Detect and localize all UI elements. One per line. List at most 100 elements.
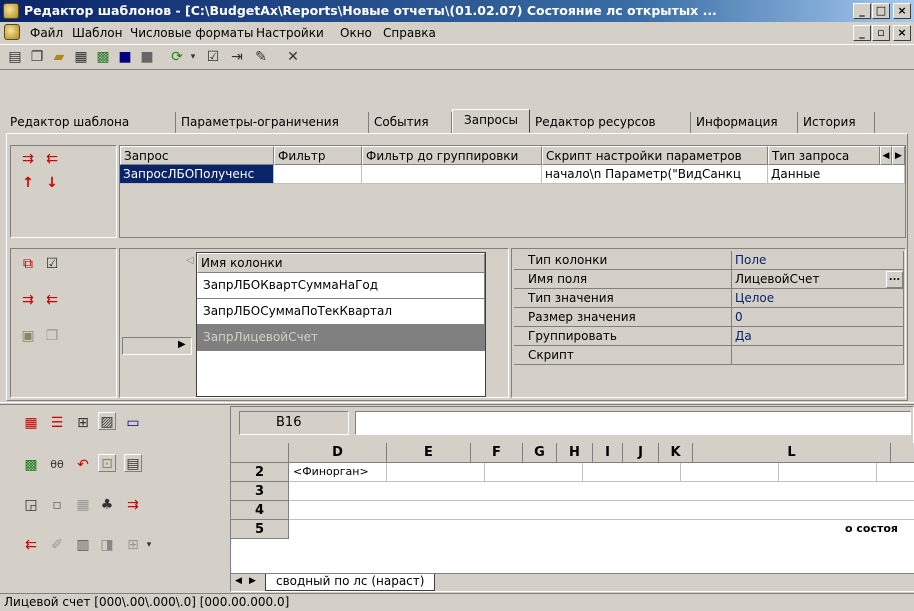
format-icon[interactable]: ▨	[98, 412, 116, 430]
menu-window[interactable]: Окно	[340, 23, 372, 43]
col-header-filter[interactable]: Фильтр	[274, 146, 362, 165]
formula-input[interactable]	[355, 411, 911, 435]
mdi-restore-button[interactable]: ▫	[872, 25, 890, 41]
column-row[interactable]: ЗапрЛБОСуммаПоТекКвартал	[197, 299, 485, 325]
query-type-cell[interactable]: Данные	[768, 165, 905, 184]
excel-icon[interactable]: ▩	[22, 456, 40, 474]
save-all-icon[interactable]: ■	[138, 48, 156, 66]
collapse-icon[interactable]: ◁	[186, 255, 194, 266]
menu-help[interactable]: Справка	[383, 23, 436, 43]
col-header-j[interactable]: J	[623, 443, 659, 463]
prop-value[interactable]: Поле	[732, 251, 904, 270]
prop-value[interactable]: ЛицевойСчет	[732, 270, 904, 289]
col-header-k[interactable]: K	[659, 443, 693, 463]
col-header-param-script[interactable]: Скрипт настройки параметров	[542, 146, 768, 165]
ellipsis-button[interactable]: ...	[886, 271, 903, 288]
prop-value[interactable]	[732, 346, 904, 365]
tab-queries[interactable]: Запросы	[452, 109, 530, 133]
link-icon[interactable]: θθ	[48, 456, 66, 474]
cell-ref-box[interactable]: B16	[239, 411, 349, 435]
cancel-icon[interactable]: ✕	[284, 48, 302, 66]
merge-icon[interactable]: ⊞	[74, 414, 92, 432]
add-query-icon[interactable]: ⇉	[19, 150, 37, 168]
minimize-button[interactable]: _	[853, 3, 871, 19]
paint-icon[interactable]: ◨	[98, 536, 116, 554]
new-doc-icon[interactable]: ▤	[6, 48, 24, 66]
col-header-h[interactable]: H	[557, 443, 593, 463]
prop-value[interactable]: 0	[732, 308, 904, 327]
table-grid-icon[interactable]: ▦	[74, 496, 92, 514]
properties-icon[interactable]: ◲	[22, 496, 40, 514]
menu-template[interactable]: Шаблон	[72, 23, 122, 43]
window-icon[interactable]: ▭	[124, 414, 142, 432]
remove-icon[interactable]: ⇇	[22, 536, 40, 554]
column-row[interactable]: ЗапрЛБОКвартСуммаНаГод	[197, 273, 485, 299]
mdi-close-button[interactable]: ×	[893, 25, 911, 41]
row-header[interactable]: 2	[231, 463, 289, 482]
col-header-query-type[interactable]: Тип запроса	[768, 146, 880, 165]
menu-settings[interactable]: Настройки	[256, 23, 324, 43]
row-header[interactable]: 3	[231, 482, 289, 501]
prop-value[interactable]: Да	[732, 327, 904, 346]
col-header-m[interactable]	[891, 443, 914, 463]
check-column-icon[interactable]: ☑	[43, 255, 61, 273]
tab-template-editor[interactable]: Редактор шаблона	[6, 112, 176, 133]
scroll-right-button[interactable]: ▶	[892, 146, 905, 165]
column-row-selected[interactable]: ЗапрЛицевойСчет	[197, 325, 485, 351]
move-down-icon[interactable]: ↓	[43, 174, 61, 192]
open-folder-icon[interactable]: ▰	[50, 48, 68, 66]
sheet-row[interactable]	[289, 520, 914, 539]
row-header[interactable]: 4	[231, 501, 289, 520]
query-name-cell[interactable]: ЗапросЛБОПолученс	[120, 165, 274, 184]
col-header-query[interactable]: Запрос	[120, 146, 274, 165]
menu-number-formats[interactable]: Числовые форматы	[130, 23, 253, 43]
row-header[interactable]: 5	[231, 520, 289, 539]
menu-file[interactable]: Файл	[30, 23, 63, 43]
columns-icon[interactable]: ▥	[74, 536, 92, 554]
import-icon[interactable]: ▦	[72, 48, 90, 66]
query-script-cell[interactable]: начало\n Параметр("ВидСанкц	[542, 165, 768, 184]
remove-query-icon[interactable]: ⇇	[43, 150, 61, 168]
add-column-icon[interactable]: ⧉	[19, 255, 37, 273]
edit-icon[interactable]: ✎	[252, 48, 270, 66]
col-header-l[interactable]: L	[693, 443, 891, 463]
undo-icon[interactable]: ↶	[74, 456, 92, 474]
grid-icon[interactable]: ▦	[22, 414, 40, 432]
scroll-left-button[interactable]: ◀	[880, 146, 892, 165]
col-header-filter-before-group[interactable]: Фильтр до группировки	[362, 146, 542, 165]
refresh-dropdown-icon[interactable]: ▾	[184, 48, 202, 66]
splitter[interactable]	[0, 402, 914, 405]
close-button[interactable]: ×	[893, 3, 911, 19]
sheet-row[interactable]	[289, 482, 914, 501]
copy-icon[interactable]: ❐	[43, 327, 61, 345]
brush-icon[interactable]: ✐	[48, 536, 66, 554]
col-header-g[interactable]: G	[523, 443, 557, 463]
sheet-row[interactable]	[289, 463, 914, 482]
next-sheet-icon[interactable]: ▶	[249, 576, 256, 586]
cell-d2[interactable]: <Финорган>	[293, 465, 369, 478]
tab-resource-editor[interactable]: Редактор ресурсов	[531, 112, 691, 133]
col-header-e[interactable]: E	[387, 443, 471, 463]
clipboard-icon[interactable]: ▤	[124, 454, 142, 472]
delete-column-icon[interactable]: ⇇	[43, 291, 61, 309]
move-up-icon[interactable]: ↑	[19, 174, 37, 192]
table-icon[interactable]: ☰	[48, 414, 66, 432]
col-header-d[interactable]: D	[289, 443, 387, 463]
maximize-button[interactable]: □	[872, 3, 890, 19]
insert-column-icon[interactable]: ⇉	[19, 291, 37, 309]
copy-doc-icon[interactable]: ❐	[28, 48, 46, 66]
tree-icon[interactable]: ♣	[98, 496, 116, 514]
tab-parameters[interactable]: Параметры-ограничения	[177, 112, 369, 133]
check-icon[interactable]: ☑	[204, 48, 222, 66]
tab-info[interactable]: Информация	[692, 112, 798, 133]
field-icon[interactable]: ▫	[48, 496, 66, 514]
sheet-tab[interactable]: сводный по лс (нараст)	[265, 574, 436, 591]
query-prefilter-cell[interactable]	[362, 165, 542, 184]
prop-value[interactable]: Целое	[732, 289, 904, 308]
borders-dropdown-icon[interactable]: ▾	[140, 536, 158, 554]
export-icon[interactable]: ▩	[94, 48, 112, 66]
pin-icon[interactable]: ⇥	[228, 48, 246, 66]
lock-icon[interactable]: ⊡	[98, 454, 116, 472]
insert-icon[interactable]: ⇉	[124, 496, 142, 514]
col-header-i[interactable]: I	[593, 443, 623, 463]
